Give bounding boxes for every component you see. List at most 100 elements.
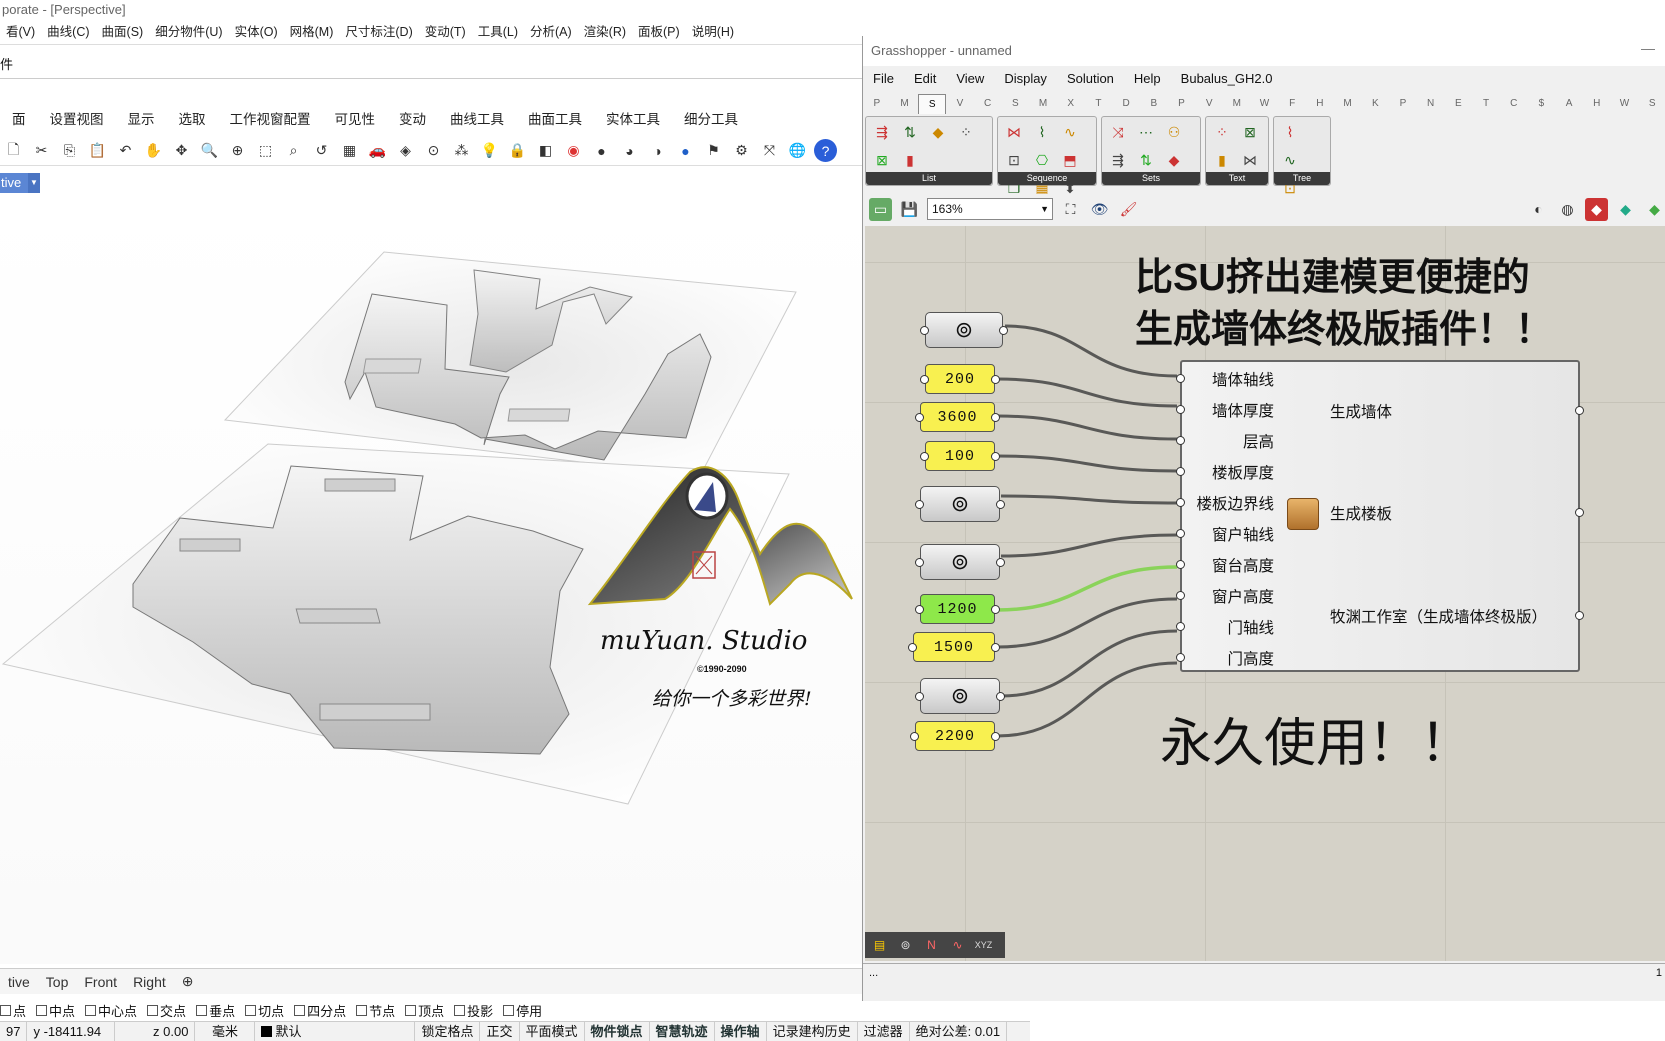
category-tab-25[interactable]: A [1555,94,1583,114]
status-toggle-3[interactable]: 物件锁点 [585,1022,650,1041]
osnap-0[interactable]: 点 [0,1001,26,1020]
ribbon-component-icon[interactable]: ⊠ [1238,120,1262,144]
graph-icon[interactable]: ∿ [946,935,969,955]
input-grip[interactable] [1176,436,1185,445]
input-grip[interactable] [1176,529,1185,538]
ribbon-component-icon[interactable]: ⊡ [1002,148,1026,172]
point-icon[interactable]: ⁂ [450,139,473,162]
save-icon[interactable]: 💾 [898,198,921,221]
osnap-checkbox[interactable] [0,1004,11,1016]
preview-selected-icon[interactable]: ◆ [1585,197,1608,221]
osnap-2[interactable]: 中心点 [85,1001,137,1020]
menu-item-7[interactable]: 变动(T) [419,20,472,44]
category-tab-8[interactable]: T [1085,94,1113,114]
ribbon-component-icon[interactable]: ⊠ [870,148,894,172]
input-grip[interactable] [1176,498,1185,507]
preview-wire-icon[interactable]: ◐ [1527,198,1550,221]
status-toggle-5[interactable]: 操作轴 [715,1022,767,1041]
slider-window-height[interactable]: 1500 [908,632,1000,662]
osnap-checkbox[interactable] [405,1004,417,1016]
toolbar-tab-8[interactable]: 曲面工具 [516,108,594,132]
input-grip[interactable] [1176,467,1185,476]
osnap-8[interactable]: 顶点 [405,1001,444,1020]
xyz-icon[interactable]: XYZ [972,935,995,955]
gh-menu-item-4[interactable]: Solution [1057,67,1124,91]
osnap-3[interactable]: 交点 [147,1001,186,1020]
category-tab-16[interactable]: H [1306,94,1334,114]
grasshopper-canvas[interactable]: 比SU挤出建模更便捷的 生成墙体终极版插件！！ 永久使用！！ ⊚ ⊚ ⊚ ⊚ 2… [865,226,1665,961]
menu-item-4[interactable]: 实体(O) [229,20,284,44]
gh-menu-item-0[interactable]: File [863,67,904,91]
flag-icon[interactable]: ⚑ [702,139,725,162]
toolbar-tab-0[interactable]: 面 [0,108,38,132]
preview-shaded-icon[interactable]: ◍ [1556,198,1579,221]
paint-brush-icon[interactable]: 🖌 [1117,198,1140,221]
toolbar-tab-9[interactable]: 实体工具 [594,108,672,132]
osnap-checkbox[interactable] [36,1004,48,1016]
ribbon-component-icon[interactable]: ⋈ [1002,120,1026,144]
undo-icon[interactable]: ↶ [114,139,137,162]
status-toggle-6[interactable]: 记录建构历史 [767,1022,858,1041]
category-tab-9[interactable]: D [1112,94,1140,114]
toolbar-tab-7[interactable]: 曲线工具 [438,108,516,132]
input-grip[interactable] [1176,653,1185,662]
open-file-icon[interactable]: ▭ [869,197,892,221]
osnap-checkbox[interactable] [85,1004,97,1016]
ribbon-component-icon[interactable]: ▮ [898,148,922,172]
viewport-tab-2[interactable]: Front [76,974,125,990]
category-tab-23[interactable]: C [1500,94,1528,114]
status-toggle-2[interactable]: 平面模式 [520,1022,585,1041]
curve-param-slab-boundary[interactable]: ⊚ [915,486,1005,522]
menu-item-8[interactable]: 工具(L) [472,20,524,44]
light-icon[interactable]: 💡 [478,139,501,162]
eye-icon[interactable]: 👁 [1088,198,1111,221]
menu-item-5[interactable]: 网格(M) [284,20,340,44]
ribbon-component-icon[interactable]: ⁘ [954,120,978,144]
category-tab-5[interactable]: S [1002,94,1030,114]
osnap-checkbox[interactable] [503,1004,515,1016]
ribbon-component-icon[interactable]: ⎔ [1030,148,1054,172]
gh-menu-item-6[interactable]: Bubalus_GH2.0 [1171,67,1283,91]
shaded-sphere-icon[interactable]: ● [590,139,613,162]
menu-item-0[interactable]: 看(V) [0,20,41,44]
category-tab-12[interactable]: V [1195,94,1223,114]
bake-icon[interactable]: ◆ [1614,198,1637,221]
toolbar-tab-6[interactable]: 变动 [387,108,438,132]
status-toggle-4[interactable]: 智慧轨迹 [650,1022,715,1041]
zoom-extents-icon[interactable]: ⛶ [1059,198,1082,221]
zoom-selected-icon[interactable]: ⌕ [282,139,305,162]
curve-param-window-axis[interactable]: ⊚ [915,544,1005,580]
ribbon-component-icon[interactable]: ∿ [1058,120,1082,144]
osnap-checkbox[interactable] [356,1004,368,1016]
perspective-viewport[interactable]: muYuan. Studio ©1990-2090 给你一个多彩世界! [0,194,862,964]
slider-wall-thickness[interactable]: 200 [920,364,1000,394]
status-layer[interactable]: 默认 [255,1022,416,1041]
category-tab-3[interactable]: V [946,94,974,114]
rendered-sphere-icon[interactable]: ◕ [618,139,641,162]
input-grip[interactable] [1176,374,1185,383]
menu-item-10[interactable]: 渲染(R) [578,20,632,44]
layer-icon[interactable]: ◧ [534,139,557,162]
menu-item-11[interactable]: 面板(P) [632,20,686,44]
output-studio[interactable]: 牧渊工作室（生成墙体终极版） [1330,605,1547,627]
output-walls[interactable]: 生成墙体 [1330,400,1392,422]
copy-icon[interactable]: ⎘ [58,139,81,162]
slider-door-height[interactable]: 2200 [910,721,1000,751]
osnap-checkbox[interactable] [147,1004,159,1016]
wall-generator-component[interactable]: 墙体轴线 墙体厚度 层高 楼板厚度 楼板边界线 窗户轴线 窗台高度 窗户高度 门轴线 门高度 生成… [1176,360,1584,672]
ribbon-component-icon[interactable]: ⇶ [870,120,894,144]
transform-icon[interactable]: ⤧ [758,139,781,162]
status-toggle-0[interactable]: 锁定格点 [415,1022,481,1041]
viewport-tab-3[interactable]: Right [125,974,174,990]
ribbon-component-icon[interactable]: ◆ [1162,148,1186,172]
toolbar-tab-3[interactable]: 选取 [167,108,218,132]
toolbar-tab-1[interactable]: 设置视图 [38,108,116,132]
help-icon[interactable]: ? [814,139,837,162]
rhino-command-line[interactable]: 件 [0,55,862,79]
viewport-tab-1[interactable]: Top [38,974,77,990]
ribbon-component-icon[interactable]: ⁘ [1210,120,1234,144]
osnap-4[interactable]: 垂点 [196,1001,235,1020]
viewport-title-tab[interactable]: tive ▼ [0,173,40,193]
category-tab-22[interactable]: T [1472,94,1500,114]
menu-item-6[interactable]: 尺寸标注(D) [339,20,418,44]
